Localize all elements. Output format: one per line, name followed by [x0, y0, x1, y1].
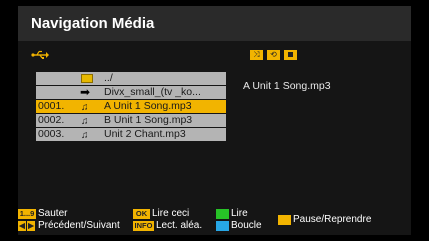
- blue-key-icon: [216, 221, 229, 231]
- page-title: Navigation Média: [31, 15, 155, 32]
- track-number: 0001.: [38, 100, 65, 112]
- file-name: A Unit 1 Song.mp3: [104, 100, 192, 112]
- list-item-folder[interactable]: ➡ Divx_small_(tv _ko...: [36, 86, 226, 99]
- arrow-right-icon: ➡: [80, 85, 91, 99]
- play-label: Lire: [231, 208, 248, 219]
- folder-icon: [81, 74, 93, 83]
- shuffle-icon: ⤨: [250, 50, 263, 60]
- file-name: ../: [104, 72, 113, 84]
- right-arrow-key-icon: ▶: [27, 221, 35, 231]
- yellow-key-icon: [278, 215, 291, 225]
- file-list: ../ ➡ Divx_small_(tv _ko... 0001. ♫ A Un…: [36, 72, 226, 142]
- track-number: 0003.: [38, 128, 65, 140]
- play-this-label: Lire ceci: [152, 208, 190, 219]
- skip-label: Sauter: [38, 208, 68, 219]
- header-bar: Navigation Média: [18, 6, 411, 41]
- info-key: INFO: [133, 221, 154, 231]
- shuffle-play-label: Lect. aléa.: [156, 220, 203, 231]
- key-legend: 1...9 Sauter ◀ ▶ Précédent/Suivant OK Li…: [18, 204, 411, 235]
- file-name: Unit 2 Chant.mp3: [104, 128, 186, 140]
- music-note-icon: ♫: [81, 116, 89, 127]
- pause-resume-label: Pause/Reprendre: [293, 214, 372, 225]
- repeat-icon: ⟲: [267, 50, 280, 60]
- list-item[interactable]: 0003. ♫ Unit 2 Chant.mp3: [36, 128, 226, 141]
- list-item[interactable]: 0002. ♫ B Unit 1 Song.mp3: [36, 114, 226, 127]
- left-arrow-key-icon: ◀: [18, 221, 26, 231]
- file-name: B Unit 1 Song.mp3: [104, 114, 193, 126]
- selected-file-detail: A Unit 1 Song.mp3: [243, 80, 331, 92]
- music-note-icon: ♫: [81, 102, 89, 113]
- usb-icon: [31, 50, 49, 59]
- music-note-icon: ♫: [81, 130, 89, 141]
- digits-key: 1...9: [18, 209, 36, 219]
- list-item-selected[interactable]: 0001. ♫ A Unit 1 Song.mp3: [36, 100, 226, 113]
- green-key-icon: [216, 209, 229, 219]
- loop-label: Boucle: [231, 220, 262, 231]
- file-name: Divx_small_(tv _ko...: [104, 86, 201, 98]
- media-browser-screen: Navigation Média ⤨ ⟲ ../ ➡ Divx_small_(t…: [18, 6, 411, 235]
- list-item-parent-folder[interactable]: ../: [36, 72, 226, 85]
- track-number: 0002.: [38, 114, 65, 126]
- prev-next-label: Précédent/Suivant: [38, 220, 120, 231]
- stop-icon: [284, 50, 297, 60]
- ok-key: OK: [133, 209, 150, 219]
